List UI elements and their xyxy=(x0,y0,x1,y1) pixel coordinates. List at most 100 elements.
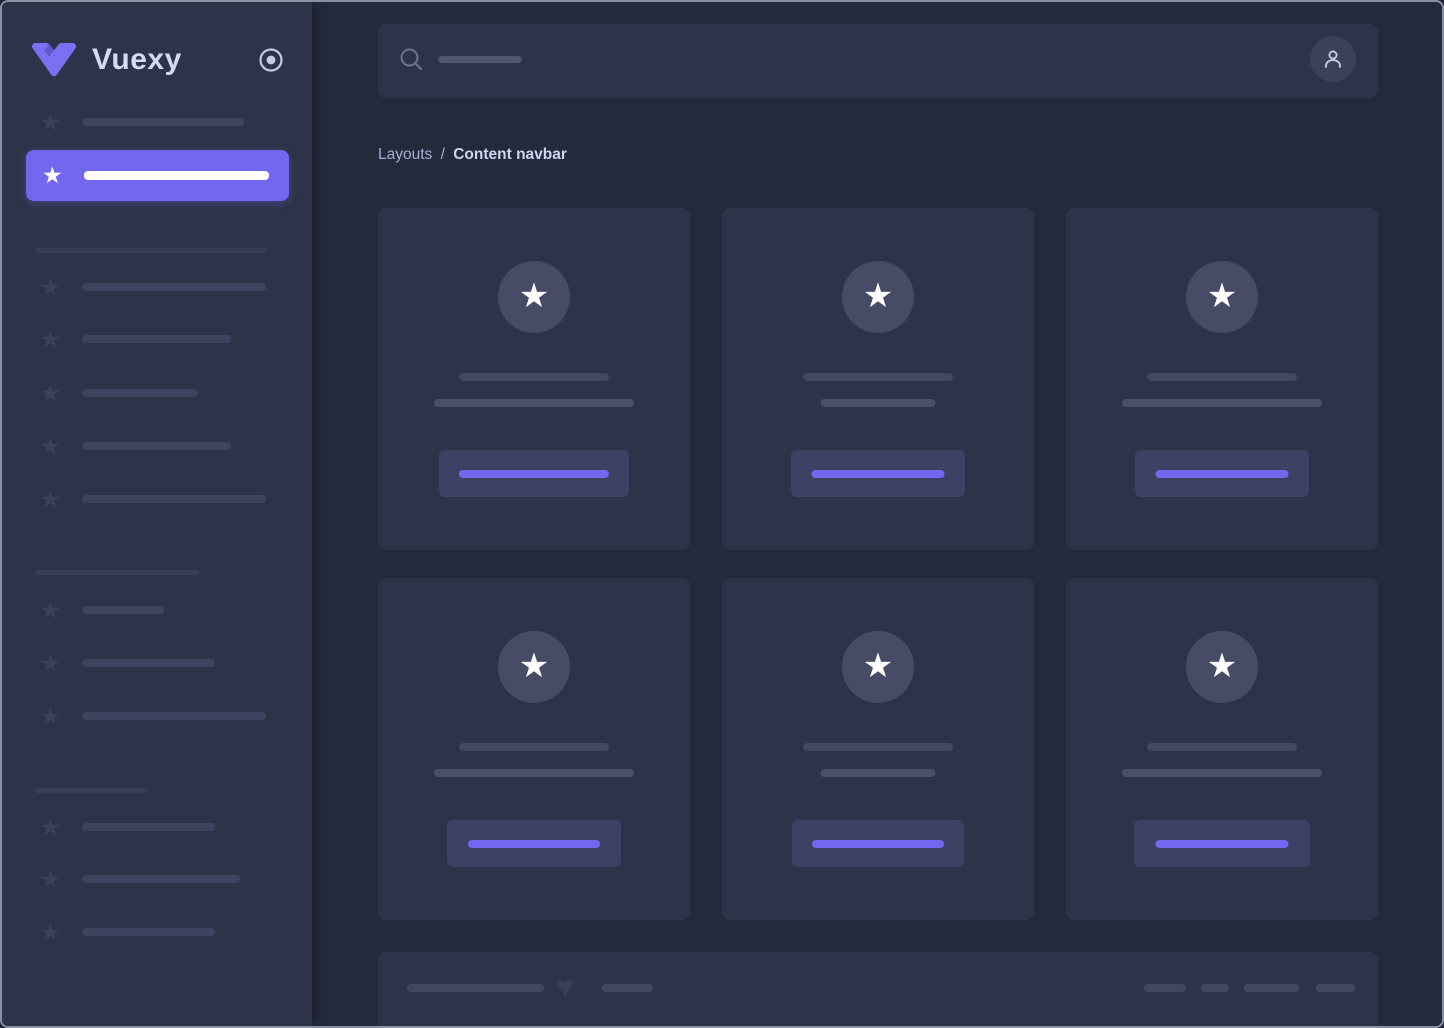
skeleton-label-bar xyxy=(82,495,266,503)
skeleton-title-bar xyxy=(1147,373,1297,381)
skeleton-footer-link-bar xyxy=(1201,984,1229,992)
skeleton-search-placeholder-bar xyxy=(438,56,522,63)
star-icon: ★ xyxy=(40,111,66,134)
app-title: Vuexy xyxy=(92,43,182,77)
skeleton-label-bar xyxy=(82,823,215,831)
sidebar-item[interactable]: ★ xyxy=(2,271,312,303)
button-label-bar xyxy=(468,840,600,848)
card-avatar: ★ xyxy=(842,261,914,333)
search-input[interactable] xyxy=(378,24,978,98)
sidebar-item[interactable]: ★ xyxy=(2,700,312,732)
card: ★ xyxy=(722,208,1034,550)
star-icon: ★ xyxy=(1207,279,1237,313)
skeleton-footer-link-bar xyxy=(1316,984,1355,992)
card: ★ xyxy=(1066,578,1378,920)
star-icon: ★ xyxy=(40,816,66,839)
star-icon: ★ xyxy=(1207,649,1237,683)
skeleton-text-bar xyxy=(434,399,634,407)
card-action-button[interactable] xyxy=(1135,450,1309,497)
skeleton-label-bar xyxy=(82,442,231,450)
sidebar-item[interactable]: ★ xyxy=(2,106,312,138)
star-icon: ★ xyxy=(40,705,66,728)
skeleton-label-bar xyxy=(82,875,240,883)
vuexy-logo-icon xyxy=(30,43,78,77)
button-label-bar xyxy=(1156,470,1289,478)
star-icon: ★ xyxy=(863,279,893,313)
sidebar-item[interactable]: ★ xyxy=(2,430,312,462)
star-icon: ★ xyxy=(40,921,66,944)
card-avatar: ★ xyxy=(1186,631,1258,703)
sidebar-item[interactable]: ★ xyxy=(2,811,312,843)
skeleton-label-bar xyxy=(82,283,266,291)
star-icon: ★ xyxy=(40,868,66,891)
skeleton-label-bar xyxy=(84,171,269,180)
card: ★ xyxy=(378,208,690,550)
skeleton-text-bar xyxy=(821,769,936,777)
card-avatar: ★ xyxy=(498,261,570,333)
skeleton-title-bar xyxy=(459,743,609,751)
star-icon: ★ xyxy=(40,599,66,622)
star-icon: ★ xyxy=(40,435,66,458)
card-action-button[interactable] xyxy=(447,820,621,867)
skeleton-label-bar xyxy=(82,659,215,667)
star-icon: ★ xyxy=(519,649,549,683)
skeleton-title-bar xyxy=(803,743,953,751)
card-action-button[interactable] xyxy=(439,450,629,497)
star-icon: ★ xyxy=(40,382,66,405)
star-icon: ★ xyxy=(42,164,68,187)
skeleton-title-bar xyxy=(803,373,953,381)
card: ★ xyxy=(378,578,690,920)
skeleton-label-bar xyxy=(82,606,164,614)
button-label-bar xyxy=(1156,840,1289,848)
card-avatar: ★ xyxy=(1186,261,1258,333)
person-icon xyxy=(1321,47,1345,71)
sidebar-section-divider xyxy=(35,570,199,575)
footer: ♥ xyxy=(378,952,1378,1028)
skeleton-label-bar xyxy=(82,928,215,936)
breadcrumb: Layouts / Content navbar xyxy=(378,145,567,165)
sidebar: Vuexy ★ ★ ★ ★ ★ xyxy=(2,2,312,1026)
sidebar-item[interactable]: ★ xyxy=(2,323,312,355)
button-label-bar xyxy=(459,470,609,478)
sidebar-item[interactable]: ★ xyxy=(2,377,312,409)
sidebar-item[interactable]: ★ xyxy=(2,863,312,895)
user-avatar[interactable] xyxy=(1310,36,1356,82)
card-action-button[interactable] xyxy=(792,820,964,867)
skeleton-text-bar xyxy=(434,769,634,777)
app-frame: Vuexy ★ ★ ★ ★ ★ xyxy=(0,0,1444,1028)
heart-icon: ♥ xyxy=(556,973,574,1003)
star-icon: ★ xyxy=(40,328,66,351)
star-icon: ★ xyxy=(519,279,549,313)
card-avatar: ★ xyxy=(498,631,570,703)
breadcrumb-separator: / xyxy=(441,146,445,163)
skeleton-text-bar xyxy=(1122,769,1322,777)
sidebar-item[interactable]: ★ xyxy=(2,916,312,948)
card-grid: ★ ★ ★ ★ xyxy=(378,208,1378,920)
card-action-button[interactable] xyxy=(1134,820,1310,867)
star-icon: ★ xyxy=(40,276,66,299)
sidebar-pin-toggle-icon[interactable] xyxy=(258,47,284,73)
sidebar-item[interactable]: ★ xyxy=(2,594,312,626)
breadcrumb-parent-link[interactable]: Layouts xyxy=(378,146,432,163)
top-navbar xyxy=(378,24,1378,98)
star-icon: ★ xyxy=(40,488,66,511)
skeleton-footer-bar xyxy=(407,984,544,992)
skeleton-footer-bar xyxy=(602,984,653,992)
skeleton-text-bar xyxy=(821,399,936,407)
sidebar-section-divider xyxy=(35,788,148,793)
skeleton-label-bar xyxy=(82,335,231,343)
sidebar-item[interactable]: ★ xyxy=(2,483,312,515)
skeleton-label-bar xyxy=(82,118,244,126)
sidebar-section-divider xyxy=(35,248,267,253)
search-icon xyxy=(400,48,424,72)
skeleton-label-bar xyxy=(82,712,266,720)
logo[interactable]: Vuexy xyxy=(30,38,288,82)
sidebar-item[interactable]: ★ xyxy=(2,647,312,679)
skeleton-title-bar xyxy=(459,373,609,381)
button-label-bar xyxy=(812,840,944,848)
skeleton-footer-link-bar xyxy=(1144,984,1186,992)
sidebar-item-active[interactable]: ★ xyxy=(26,150,289,201)
card-action-button[interactable] xyxy=(791,450,965,497)
star-icon: ★ xyxy=(863,649,893,683)
skeleton-footer-link-bar xyxy=(1244,984,1299,992)
